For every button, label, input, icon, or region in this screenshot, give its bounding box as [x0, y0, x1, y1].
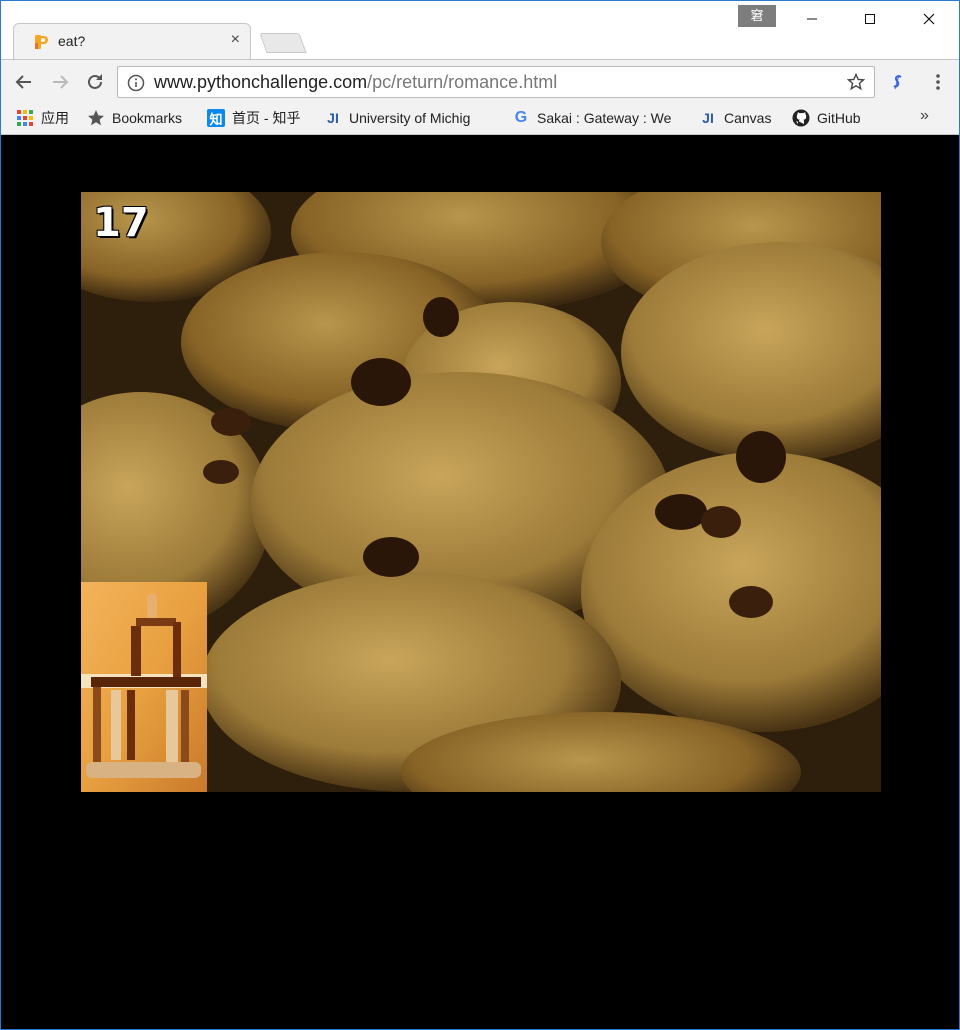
new-tab-button[interactable] [259, 33, 307, 53]
info-icon[interactable] [127, 74, 145, 92]
zhihu-icon: 知 [207, 109, 225, 127]
bookmark-apps[interactable]: 应用 [16, 108, 69, 128]
forward-arrow-icon [53, 75, 69, 89]
extension-button[interactable] [887, 71, 909, 93]
bookmark-umich[interactable]: JI University of Michig [324, 108, 494, 128]
bookmark-label: 应用 [41, 110, 69, 126]
tab-strip: eat? × 窘 [1, 1, 959, 59]
reload-button[interactable] [84, 71, 106, 93]
extension-s-icon [893, 74, 902, 90]
github-icon [792, 109, 810, 127]
reload-icon [88, 74, 102, 89]
more-vert-icon [936, 74, 940, 90]
bookmarks-bar: 应用 Bookmarks 知 首页 - 知乎 JI University of … [1, 103, 959, 135]
tab-active[interactable]: eat? × [13, 23, 251, 59]
ji-icon: JI [702, 110, 714, 126]
bookmark-label: University of Michig [349, 110, 471, 126]
url-host: www.pythonchallenge.com [154, 72, 368, 92]
back-arrow-icon [15, 75, 31, 89]
bookmark-label: Sakai : Gateway : We [537, 110, 672, 126]
bookmark-label: Canvas [724, 110, 772, 126]
google-icon: G [514, 109, 528, 126]
back-button[interactable] [13, 71, 35, 93]
bookmark-label: GitHub [817, 110, 861, 126]
bookmark-canvas[interactable]: JI Canvas [699, 108, 771, 128]
bookmark-zhihu[interactable]: 知 首页 - 知乎 [207, 108, 300, 128]
bookmark-github[interactable]: GitHub [792, 108, 861, 128]
minimize-button[interactable] [783, 1, 841, 37]
maximize-icon [865, 14, 875, 24]
bookmark-sakai[interactable]: G Sakai : Gateway : We [512, 108, 684, 128]
bookmark-label: 首页 - 知乎 [232, 110, 301, 126]
menu-button[interactable] [927, 71, 949, 93]
url-path: /pc/return/romance.html [367, 72, 558, 92]
address-bar[interactable]: www.pythonchallenge.com/pc/return/romanc… [117, 66, 875, 98]
url-text[interactable]: www.pythonchallenge.com/pc/return/romanc… [154, 72, 557, 93]
profile-badge[interactable]: 窘 [738, 5, 776, 27]
frame-number: 17 [93, 200, 149, 246]
inset-image [81, 582, 207, 792]
star-icon [87, 109, 105, 127]
python-favicon-icon [35, 35, 48, 49]
apps-grid-icon [16, 109, 34, 127]
tab-title: eat? [58, 33, 86, 49]
bookmarks-overflow-icon[interactable]: » [920, 107, 929, 125]
cookies-image: 17 [81, 192, 881, 792]
page-content: 17 [1, 135, 959, 1029]
wooden-machine-photo [81, 582, 207, 792]
close-window-button[interactable] [900, 1, 958, 37]
navigation-toolbar: www.pythonchallenge.com/pc/return/romanc… [1, 59, 959, 104]
close-icon [923, 13, 935, 25]
tab-close-icon[interactable]: × [231, 31, 240, 48]
bookmark-label: Bookmarks [112, 110, 183, 126]
bookmark-star-icon[interactable] [847, 73, 865, 91]
minimize-icon [807, 18, 817, 20]
forward-button[interactable] [49, 71, 71, 93]
maximize-button[interactable] [841, 1, 899, 37]
ji-icon: JI [327, 110, 339, 126]
bookmark-bookmarks[interactable]: Bookmarks [87, 108, 182, 128]
browser-window: eat? × 窘 www.pythonchallenge.com/pc/retu… [0, 0, 960, 1030]
